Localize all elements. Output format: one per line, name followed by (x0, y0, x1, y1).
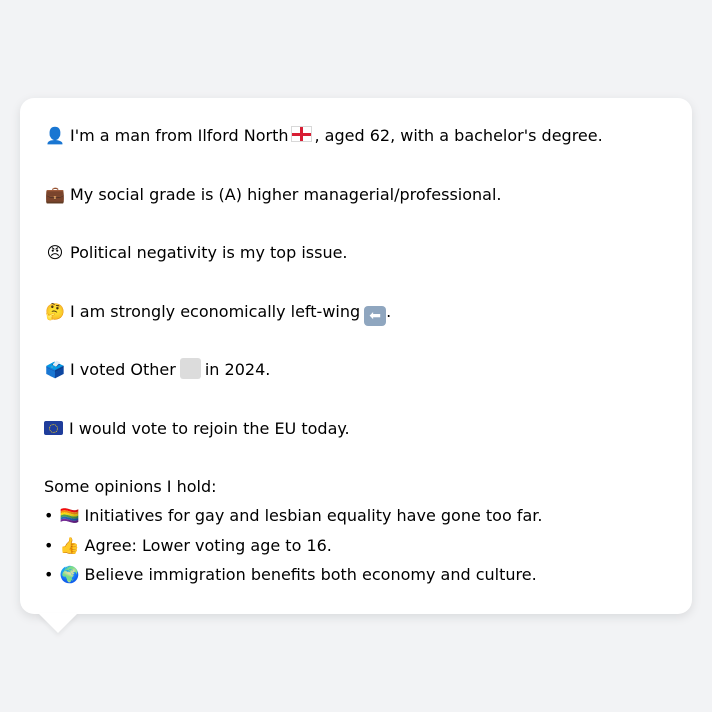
angry-face-icon: 😠 (46, 243, 64, 262)
opinion-text: Believe immigration benefits both econom… (84, 565, 537, 584)
bio-economics-text: I am strongly economically left-wing (70, 302, 361, 321)
opinions-heading: Some opinions I hold: (44, 477, 217, 496)
bullet: • (44, 565, 54, 584)
bio-line-grade: 💼 My social grade is (A) higher manageria… (44, 183, 502, 207)
bio-vote-before: I voted Other (70, 360, 176, 379)
bio-line-eu: I would vote to rejoin the EU today. (44, 417, 350, 441)
bio-issue-text: Political negativity is my top issue. (70, 243, 348, 262)
ballot-box-icon: 🗳️ (45, 360, 65, 379)
opinion-text: Initiatives for gay and lesbian equality… (84, 506, 543, 525)
bubble-tail (38, 613, 78, 633)
thumbs-up-icon: 👍 (59, 536, 80, 555)
thinking-face-icon: 🤔 (45, 302, 65, 321)
bullet: • (44, 506, 54, 525)
bio-vote-after: in 2024. (204, 360, 271, 379)
bio-line-issue: 😠 Political negativity is my top issue. (44, 241, 348, 265)
person-icon: 👤 (45, 126, 65, 145)
persona-content: 👤 I'm a man from Ilford North , aged 62, w… (20, 98, 692, 614)
party-color-swatch (179, 358, 201, 379)
opinion-text: Agree: Lower voting age to 16. (84, 536, 332, 555)
bio-line-person: 👤 I'm a man from Ilford North , aged 62, w… (44, 124, 603, 148)
bullet: • (44, 536, 54, 555)
bio-location-text: I'm a man from Ilford North (70, 126, 289, 145)
rainbow-flag-icon: 🏳️‍🌈 (59, 506, 80, 525)
opinion-item: • 🏳️‍🌈 Initiatives for gay and lesbian eq… (44, 504, 542, 528)
england-flag-icon (290, 126, 312, 142)
bio-economics-end: . (386, 302, 392, 321)
bio-grade-text: My social grade is (A) higher managerial… (70, 185, 502, 204)
bio-eu-text: I would vote to rejoin the EU today. (69, 419, 350, 438)
bio-line-vote: 🗳️ I voted Other in 2024. (44, 358, 270, 382)
opinion-item: • 🌍 Believe immigration benefits both eco… (44, 563, 537, 587)
globe-icon: 🌍 (59, 565, 80, 584)
opinion-item: • 👍 Agree: Lower voting age to 16. (44, 534, 332, 558)
left-arrow-icon: ⬅ (364, 306, 387, 326)
bio-line-economics: 🤔 I am strongly economically left-wing ⬅. (44, 300, 392, 326)
briefcase-icon: 💼 (45, 185, 65, 204)
eu-flag-icon (44, 421, 63, 435)
bio-age-text: , aged 62, with a bachelor's degree. (314, 126, 603, 145)
